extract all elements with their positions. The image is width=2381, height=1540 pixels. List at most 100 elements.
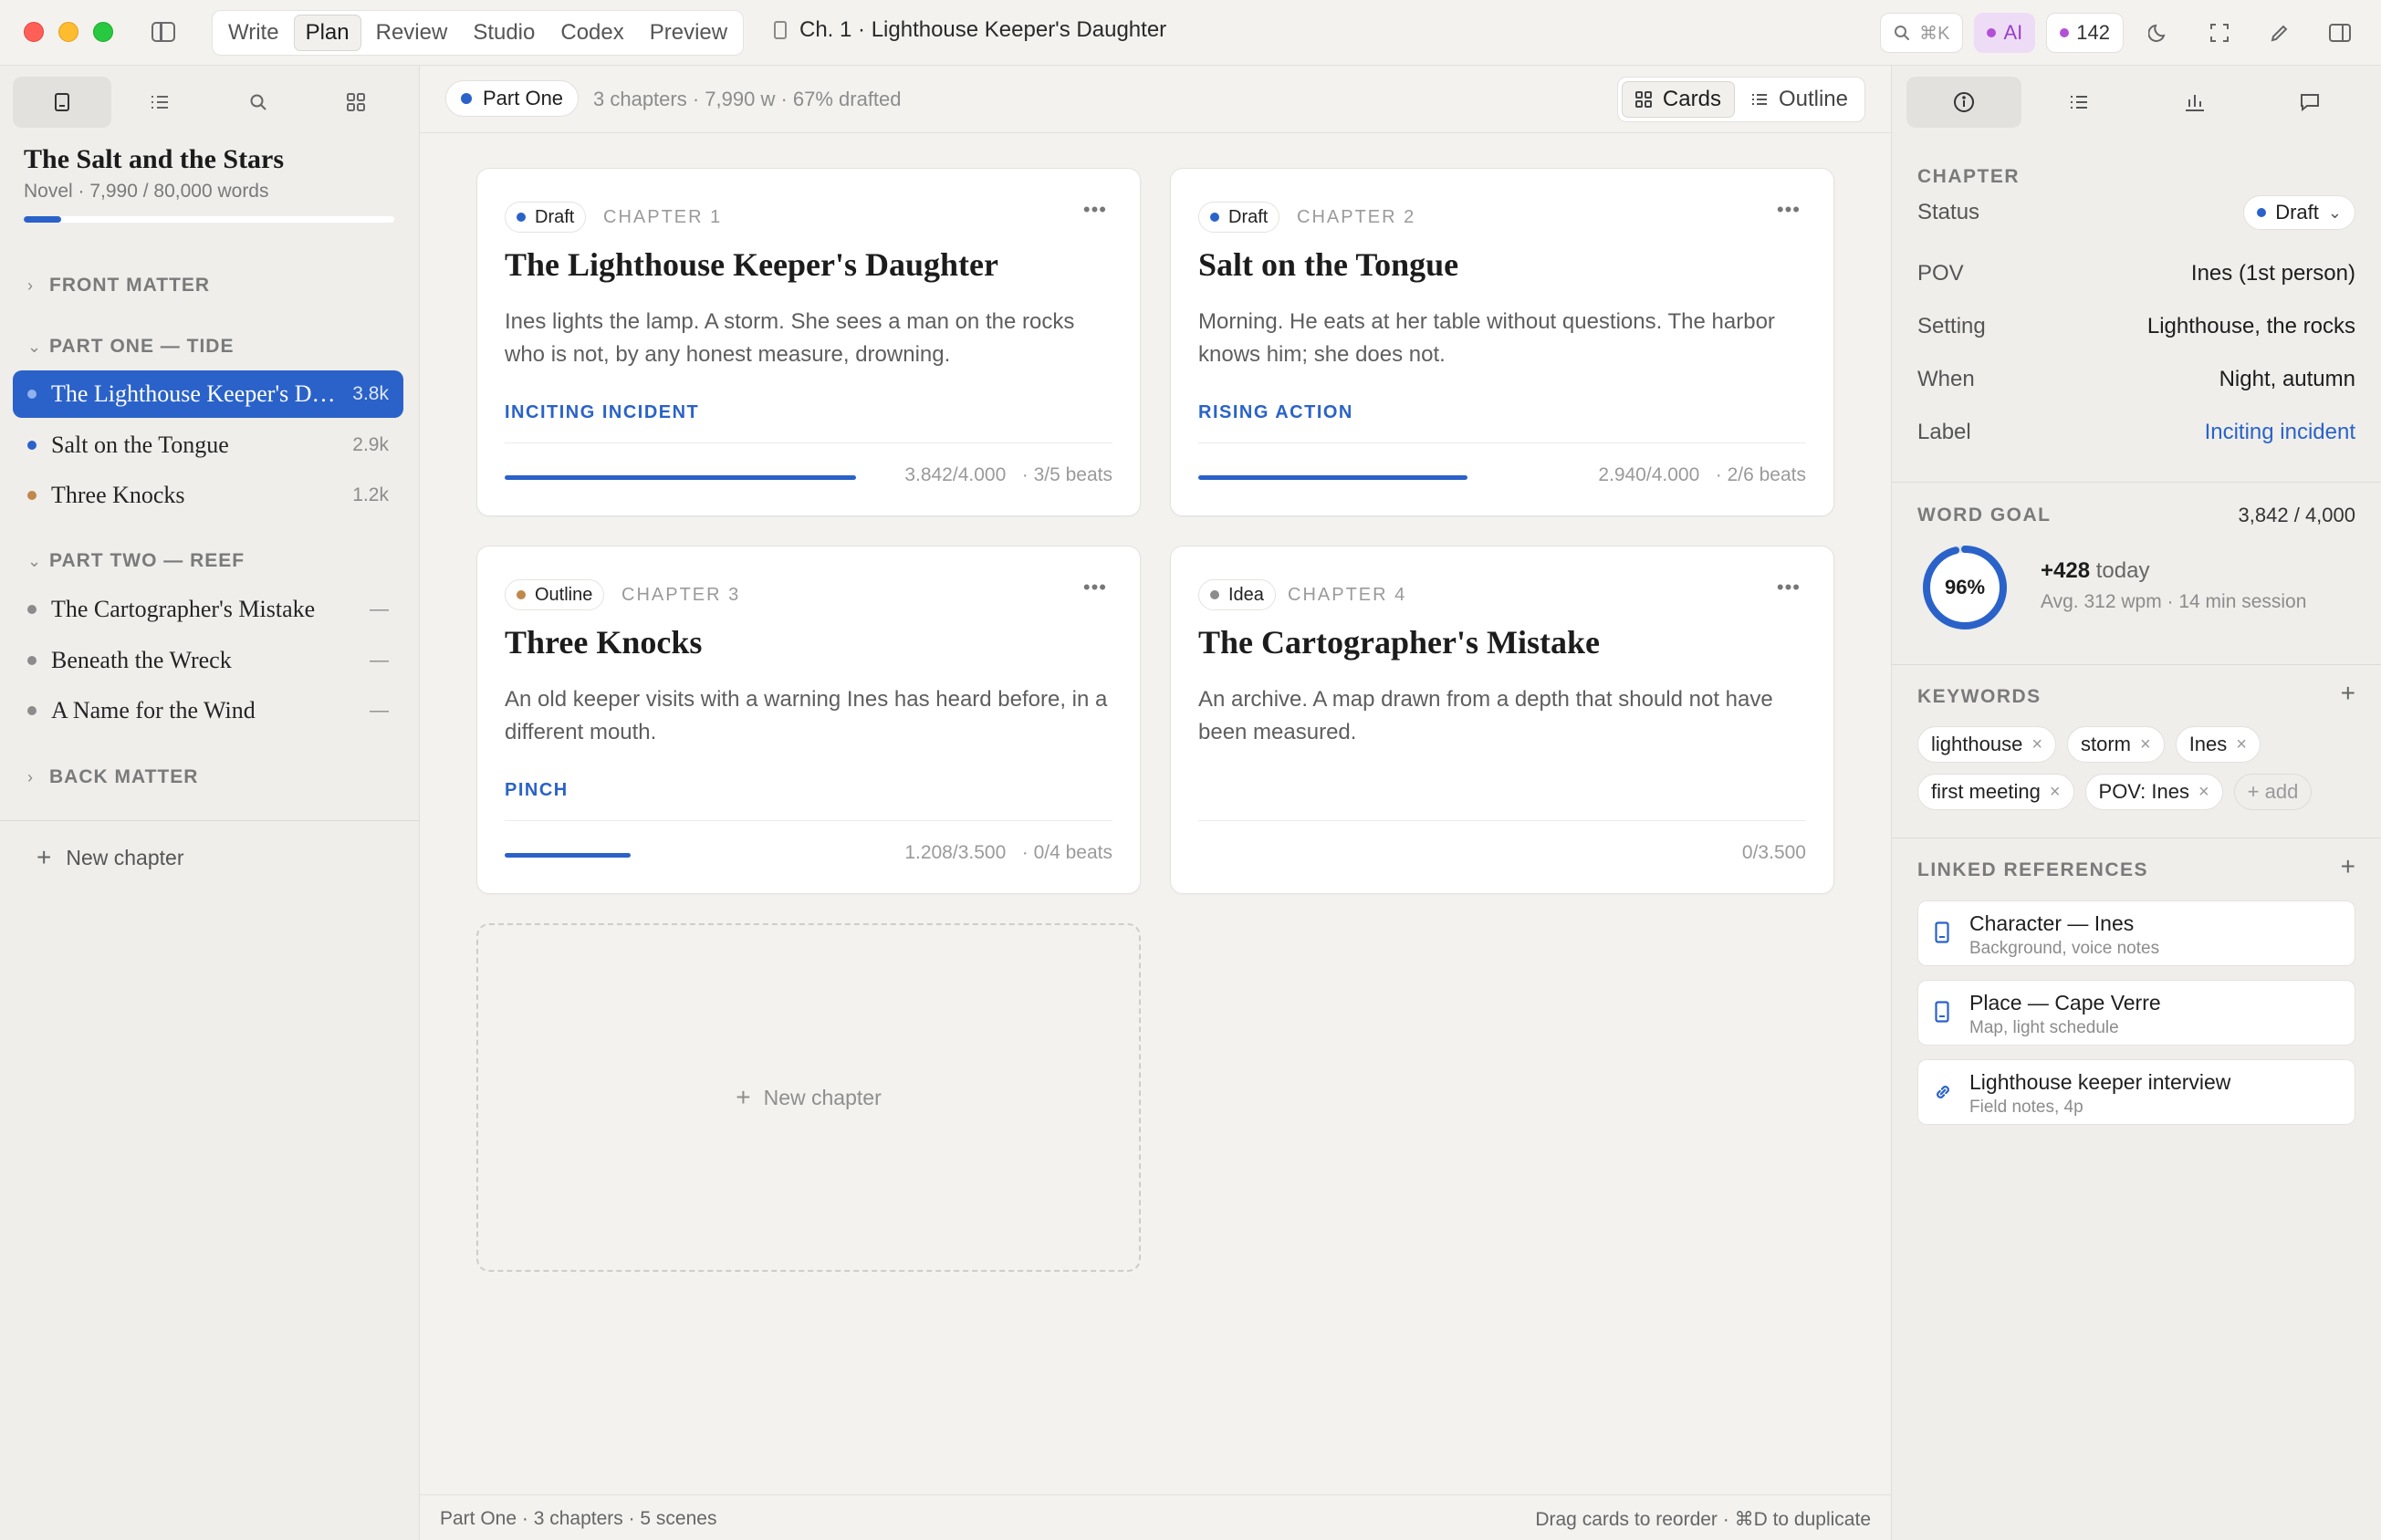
corkboard-main: Part One 3 chapters · 7,990 w · 67% draf…: [420, 66, 1891, 1540]
reference-card[interactable]: Lighthouse keeper interview Field notes,…: [1917, 1059, 2355, 1125]
field-setting[interactable]: Setting Lighthouse, the rocks: [1917, 308, 2355, 345]
status-badge[interactable]: Draft: [1198, 202, 1280, 233]
section-part-one-label: PART ONE — TIDE: [49, 336, 235, 357]
inspector-toggle-icon[interactable]: [2315, 13, 2365, 53]
status-dot-icon: [1210, 213, 1219, 222]
grid-icon[interactable]: [308, 77, 406, 128]
ai-button[interactable]: AI: [1974, 13, 2036, 53]
part-dot-icon: [461, 93, 472, 104]
chapter-card[interactable]: Draft CHAPTER 2 ••• Salt on the Tongue M…: [1170, 168, 1834, 516]
info-icon[interactable]: [1906, 77, 2022, 128]
chapter-card[interactable]: Outline CHAPTER 3 ••• Three Knocks An ol…: [476, 546, 1141, 894]
status-dot-icon: [517, 590, 526, 599]
chapter-number: CHAPTER 2: [1297, 207, 1416, 227]
word-progress-bar: [505, 475, 856, 480]
sidebar-toggle-icon[interactable]: [151, 22, 175, 42]
status-dropdown[interactable]: Draft ⌄: [2243, 195, 2355, 230]
field-label[interactable]: Label Inciting incident: [1917, 414, 2355, 451]
mode-preview[interactable]: Preview: [639, 15, 738, 51]
sidebar-item-chapter-3[interactable]: Three Knocks 1.2k: [13, 472, 403, 519]
word-goal-title: WORD GOAL: [1917, 505, 2052, 525]
field-pov[interactable]: POV Ines (1st person): [1917, 255, 2355, 292]
new-chapter-button[interactable]: + New chapter: [37, 843, 183, 872]
more-options-icon[interactable]: •••: [1083, 198, 1107, 222]
more-options-icon[interactable]: •••: [1777, 576, 1801, 599]
new-chapter-card[interactable]: + New chapter: [476, 923, 1141, 1272]
section-part-two[interactable]: ⌄ PART TWO — REEF: [27, 550, 245, 572]
comment-icon[interactable]: [2252, 77, 2367, 128]
list-icon[interactable]: [2021, 77, 2136, 128]
count-value: 142: [2076, 21, 2110, 44]
status-dot-icon: [517, 213, 526, 222]
section-part-one[interactable]: ⌄ PART ONE — TIDE: [27, 336, 234, 358]
mode-write[interactable]: Write: [217, 15, 290, 51]
field-when-value: Night, autumn: [2219, 367, 2355, 391]
view-cards-button[interactable]: Cards: [1621, 81, 1735, 118]
word-goal-header: WORD GOAL 3,842 / 4,000: [1917, 502, 2355, 529]
keyword-chip[interactable]: storm ×: [2067, 726, 2165, 763]
section-front-matter[interactable]: › FRONT MATTER: [27, 275, 210, 297]
mode-review[interactable]: Review: [365, 15, 459, 51]
plus-icon: +: [736, 1083, 751, 1111]
add-reference-plus-icon[interactable]: +: [2341, 852, 2355, 881]
section-back-matter[interactable]: › BACK MATTER: [27, 766, 198, 788]
chapter-card[interactable]: Draft CHAPTER 1 ••• The Lighthouse Keepe…: [476, 168, 1141, 516]
add-keyword-button[interactable]: + add: [2233, 774, 2313, 810]
sidebar-item-count: 1.2k: [352, 484, 389, 505]
card-divider: [1198, 442, 1806, 443]
new-chapter-card-label: New chapter: [763, 1085, 882, 1109]
sidebar-item-chapter-2[interactable]: Salt on the Tongue 2.9k: [13, 421, 403, 469]
mode-plan[interactable]: Plan: [293, 15, 361, 51]
outline-list-icon: [1751, 94, 1767, 105]
zoom-window-button[interactable]: [93, 22, 113, 42]
mode-codex[interactable]: Codex: [549, 15, 634, 51]
sidebar-item-chapter-6[interactable]: A Name for the Wind —: [13, 687, 403, 734]
status-dot-icon: [27, 605, 37, 614]
minimize-window-button[interactable]: [58, 22, 78, 42]
manuscript-icon[interactable]: [13, 77, 111, 128]
view-cards-label: Cards: [1662, 87, 1721, 111]
more-options-icon[interactable]: •••: [1083, 576, 1107, 599]
chapter-card[interactable]: Idea CHAPTER 4 ••• The Cartographer's Mi…: [1170, 546, 1834, 894]
footer-summary: Part One · 3 chapters · 5 scenes: [440, 1508, 717, 1529]
mode-studio[interactable]: Studio: [462, 15, 546, 51]
remove-keyword-icon[interactable]: ×: [2198, 782, 2209, 803]
keyword-label: first meeting: [1931, 780, 2041, 803]
inspector-panel: CHAPTER Status Draft ⌄ POV Ines (1st per…: [1891, 66, 2381, 1540]
more-options-icon[interactable]: •••: [1777, 198, 1801, 222]
reference-card[interactable]: Place — Cape Verre Map, light schedule: [1917, 980, 2355, 1046]
part-selector[interactable]: Part One: [445, 80, 580, 117]
keyword-chip[interactable]: first meeting ×: [1917, 774, 2074, 810]
add-keyword-plus-icon[interactable]: +: [2341, 679, 2355, 708]
keyword-chip[interactable]: POV: Ines ×: [2084, 774, 2223, 810]
remove-keyword-icon[interactable]: ×: [2050, 782, 2061, 803]
search-icon[interactable]: [209, 77, 308, 128]
status-dot-icon: [2257, 208, 2267, 217]
notifications-count-button[interactable]: 142: [2046, 13, 2124, 53]
field-when[interactable]: When Night, autumn: [1917, 361, 2355, 398]
outline-list-icon[interactable]: [111, 77, 210, 128]
field-label-value[interactable]: Inciting incident: [2205, 420, 2355, 445]
keyword-chip[interactable]: Ines ×: [2175, 726, 2261, 763]
chart-icon[interactable]: [2137, 77, 2252, 128]
view-outline-button[interactable]: Outline: [1739, 81, 1861, 118]
remove-keyword-icon[interactable]: ×: [2031, 734, 2042, 755]
remove-keyword-icon[interactable]: ×: [2236, 734, 2247, 755]
pen-icon[interactable]: [2255, 13, 2304, 53]
chapter-summary: Morning. He eats at her table without qu…: [1198, 309, 1775, 367]
moon-icon[interactable]: [2135, 13, 2184, 53]
sidebar-item-chapter-5[interactable]: Beneath the Wreck —: [13, 637, 403, 684]
status-badge[interactable]: Draft: [505, 202, 587, 233]
keyword-chip[interactable]: lighthouse ×: [1917, 726, 2056, 763]
status-badge[interactable]: Idea: [1198, 579, 1276, 610]
fullscreen-icon[interactable]: [2195, 13, 2244, 53]
beat-count: · 2/6 beats: [1715, 464, 1806, 485]
status-badge[interactable]: Outline: [505, 579, 605, 610]
search-button[interactable]: ⌘K: [1880, 13, 1964, 53]
remove-keyword-icon[interactable]: ×: [2140, 734, 2151, 755]
close-window-button[interactable]: [24, 22, 44, 42]
sidebar-item-chapter-1[interactable]: The Lighthouse Keeper's Daughter 3.8k: [13, 370, 403, 418]
reference-card[interactable]: Character — Ines Background, voice notes: [1917, 900, 2355, 966]
reference-subtitle: Map, light schedule: [1969, 1018, 2119, 1037]
sidebar-item-chapter-4[interactable]: The Cartographer's Mistake —: [13, 586, 403, 633]
